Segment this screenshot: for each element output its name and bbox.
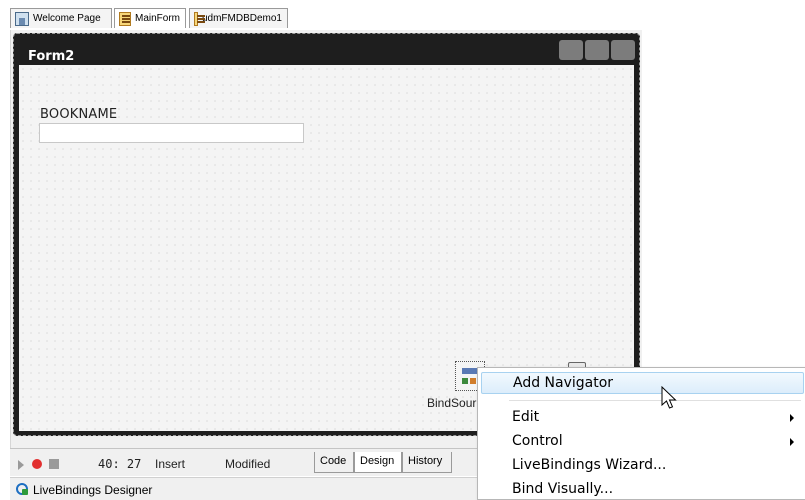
menu-separator bbox=[509, 400, 801, 401]
menu-item-edit[interactable]: Edit bbox=[481, 407, 804, 429]
play-macro-icon[interactable] bbox=[18, 460, 24, 470]
menu-item-label: Edit bbox=[512, 409, 540, 425]
minimize-button[interactable] bbox=[559, 40, 583, 60]
submenu-arrow-icon bbox=[790, 438, 794, 446]
tab-label: udmFMDBDemo1 bbox=[201, 13, 282, 24]
menu-item-add-navigator[interactable]: Add Navigator bbox=[481, 372, 804, 394]
tab-welcome-page[interactable]: Welcome Page bbox=[10, 8, 112, 28]
close-button[interactable] bbox=[611, 40, 635, 60]
menu-item-bind-visually[interactable]: Bind Visually... bbox=[481, 479, 804, 500]
tab-label: Welcome Page bbox=[33, 13, 101, 24]
menu-item-label: Bind Visually... bbox=[512, 481, 614, 497]
home-icon bbox=[15, 11, 29, 26]
mouse-pointer-icon bbox=[661, 386, 677, 409]
form-title: Form2 bbox=[28, 49, 75, 64]
context-menu: Add Navigator Edit Control LiveBindings … bbox=[477, 367, 805, 500]
form-icon bbox=[119, 11, 131, 26]
view-tab-design[interactable]: Design bbox=[354, 452, 402, 473]
menu-item-control[interactable]: Control bbox=[481, 431, 804, 453]
menu-item-label: Add Navigator bbox=[513, 375, 614, 391]
tab-udmfmdbdemo1[interactable]: udmFMDBDemo1 bbox=[189, 8, 288, 28]
stop-macro-icon[interactable] bbox=[49, 459, 59, 469]
editor-tab-strip: Welcome Page MainForm udmFMDBDemo1 bbox=[0, 0, 805, 30]
modified-state: Modified bbox=[225, 457, 271, 471]
menu-item-livebindings-wizard[interactable]: LiveBindings Wizard... bbox=[481, 455, 804, 477]
bookname-label[interactable]: BOOKNAME bbox=[40, 107, 117, 122]
cursor-position: 40: 27 bbox=[98, 457, 142, 471]
insert-mode: Insert bbox=[155, 457, 186, 471]
view-tab-history[interactable]: History bbox=[402, 452, 452, 473]
tab-label: MainForm bbox=[134, 13, 180, 24]
menu-item-label: LiveBindings Wizard... bbox=[512, 457, 667, 473]
form-icon bbox=[194, 11, 205, 26]
tab-mainform[interactable]: MainForm bbox=[114, 8, 186, 28]
livebindings-label: LiveBindings Designer bbox=[33, 483, 153, 497]
maximize-button[interactable] bbox=[585, 40, 609, 60]
caption-buttons bbox=[559, 40, 635, 60]
livebindings-icon bbox=[15, 482, 29, 496]
view-tab-code[interactable]: Code bbox=[314, 452, 354, 473]
record-macro-icon[interactable] bbox=[32, 459, 42, 469]
menu-item-label: Control bbox=[512, 433, 563, 449]
submenu-arrow-icon bbox=[790, 414, 794, 422]
bind-source-caption: BindSour bbox=[427, 396, 477, 410]
bookname-edit[interactable] bbox=[39, 123, 304, 143]
